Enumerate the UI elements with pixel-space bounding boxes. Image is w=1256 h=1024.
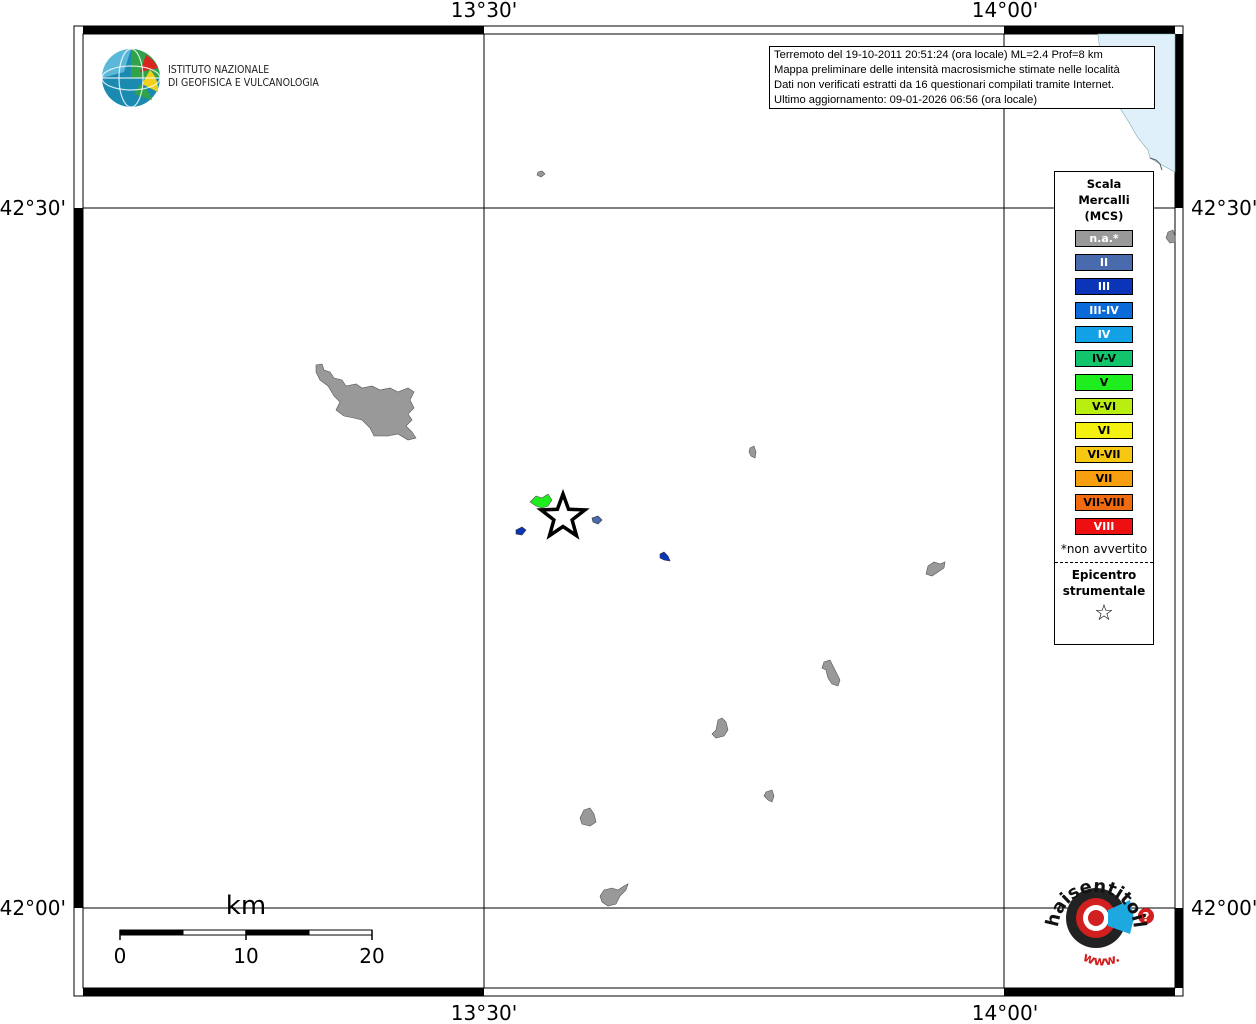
legend-item: VIII	[1075, 518, 1133, 535]
scale-bar-tick-10: 10	[233, 944, 258, 968]
hsit-logo-text: haisentitoilterremoto.it	[0, 0, 1150, 929]
lat-label-right-1: 42°30'	[1191, 196, 1256, 220]
legend-note: *non avvertito	[1060, 542, 1148, 556]
ingv-logo-text: ISTITUTO NAZIONALE DI GEOFISICA E VULCAN…	[168, 64, 319, 90]
municipality-na-small	[599, 883, 629, 907]
legend-item: VII-VIII	[1075, 494, 1133, 511]
legend-epicenter-star-icon: ☆	[1094, 601, 1114, 626]
legend-title-line1: Scala	[1086, 177, 1122, 191]
scale-bar-tick-20: 20	[359, 944, 384, 968]
scale-bar-unit: km	[226, 891, 266, 921]
legend-item: II	[1075, 254, 1133, 271]
municipality-na-small	[536, 170, 546, 178]
legend-title: Scala Mercalli (MCS)	[1055, 176, 1153, 224]
legend-epicenter-label: Epicentro strumentale	[1055, 567, 1153, 599]
municipality-na-small	[1165, 229, 1176, 244]
info-line-event: Terremoto del 19-10-2011 20:51:24 (ora l…	[774, 49, 1103, 61]
scale-bar	[119, 929, 373, 940]
ingv-logo-line1: ISTITUTO NAZIONALE	[168, 64, 270, 76]
municipality-na-small	[763, 789, 775, 803]
municipality-na-small	[711, 717, 729, 739]
info-line-source: Dati non verificati estratti da 16 quest…	[774, 79, 1115, 91]
lat-label-right-2: 42°00'	[1191, 896, 1256, 920]
info-line-updated: Ultimo aggiornamento: 09-01-2026 06:56 (…	[774, 94, 1038, 106]
municipality-na-small	[925, 561, 946, 577]
lat-label-left-1: 42°30'	[0, 196, 66, 220]
lon-label-top-1: 13°30'	[451, 0, 517, 22]
municipality-na-small	[579, 807, 597, 827]
info-line-description: Mappa preliminare delle intensità macros…	[774, 64, 1120, 76]
legend-item: VI	[1075, 422, 1133, 439]
intensity-legend: Scala Mercalli (MCS) n.a.* II III III-IV IV I…	[1054, 171, 1154, 645]
legend-item: VII	[1075, 470, 1133, 487]
legend-item: V	[1075, 374, 1133, 391]
legend-item: III	[1075, 278, 1133, 295]
municipalities-intensity	[515, 493, 671, 562]
municipality-intensity-II	[591, 515, 603, 525]
legend-items: n.a.* II III III-IV IV IV-V V V-VI VI VI-VII VII VI…	[1055, 230, 1153, 535]
legend-item: n.a.*	[1075, 230, 1133, 247]
legend-item: VI-VII	[1075, 446, 1133, 463]
municipalities-na	[315, 170, 1176, 907]
municipality-na-small	[748, 445, 757, 459]
lon-label-bottom-1: 13°30'	[451, 1001, 517, 1024]
earthquake-info-box: Terremoto del 19-10-2011 20:51:24 (ora l…	[769, 46, 1155, 109]
map-outer-frame	[73, 25, 1184, 997]
municipality-na-small	[821, 659, 841, 687]
legend-item: IV-V	[1075, 350, 1133, 367]
legend-title-line2: Mercalli	[1078, 193, 1130, 207]
lat-label-left-2: 42°00'	[0, 896, 66, 920]
scale-bar-tick-0: 0	[114, 944, 127, 968]
legend-item: V-VI	[1075, 398, 1133, 415]
legend-epicenter-line2: strumentale	[1062, 584, 1146, 598]
municipality-intensity-V	[529, 493, 553, 509]
ingv-globe-icon	[101, 48, 161, 108]
hsit-logo-www: www.	[1080, 950, 1122, 970]
map-area-frame	[82, 33, 1176, 989]
ingv-logo-line2: DI GEOFISICA E VULCANOLOGIA	[168, 77, 319, 89]
lon-label-top-2: 14°00'	[972, 0, 1038, 22]
lon-label-bottom-2: 14°00'	[972, 1001, 1038, 1024]
map-frame-border	[74, 26, 1183, 996]
municipality-intensity-III	[659, 551, 671, 562]
hsit-logo: ? haisentitoilterremoto.it www.	[0, 0, 1154, 970]
legend-item: IV	[1075, 326, 1133, 343]
legend-separator	[1055, 562, 1153, 563]
legend-item: III-IV	[1075, 302, 1133, 319]
legend-epicenter-line1: Epicentro	[1071, 568, 1137, 582]
municipality-intensity-III	[515, 526, 527, 536]
graticule	[83, 34, 1175, 988]
legend-title-line3: (MCS)	[1084, 209, 1124, 223]
municipality-na-large	[315, 363, 417, 441]
